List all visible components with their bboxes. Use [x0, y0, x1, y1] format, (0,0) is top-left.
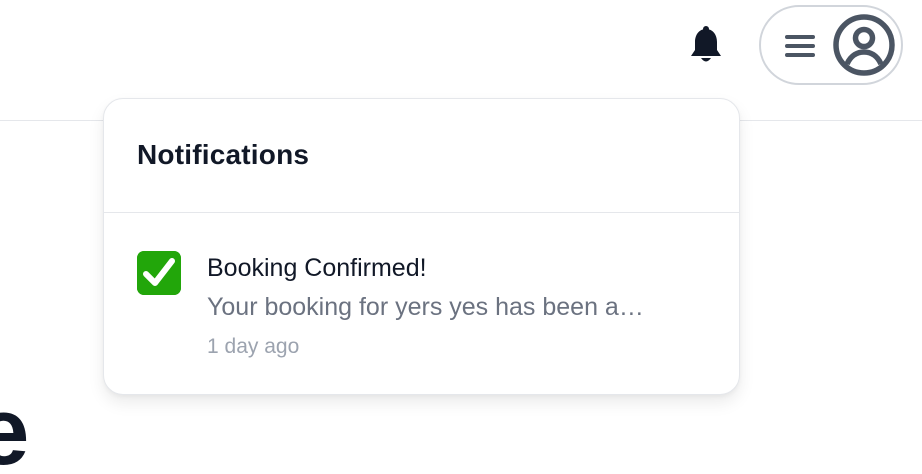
user-circle-icon: [833, 14, 895, 76]
user-menu-button[interactable]: [759, 5, 903, 85]
page: Notifications Booking Confirmed! Your bo…: [0, 0, 922, 474]
notifications-button[interactable]: [686, 25, 726, 67]
notifications-title: Notifications: [137, 139, 310, 170]
notification-time: 1 day ago: [207, 335, 300, 358]
notifications-dropdown: Notifications Booking Confirmed! Your bo…: [103, 98, 740, 395]
background-heading-fragment: e: [0, 378, 30, 474]
check-mark-icon: [137, 251, 181, 295]
hamburger-menu-icon: [785, 35, 815, 57]
bell-icon: [691, 26, 721, 62]
notification-item[interactable]: Booking Confirmed! Your booking for yers…: [104, 213, 739, 373]
notification-title: Booking Confirmed!: [207, 254, 427, 282]
notification-body: Your booking for yers yes has been a…: [207, 293, 644, 321]
